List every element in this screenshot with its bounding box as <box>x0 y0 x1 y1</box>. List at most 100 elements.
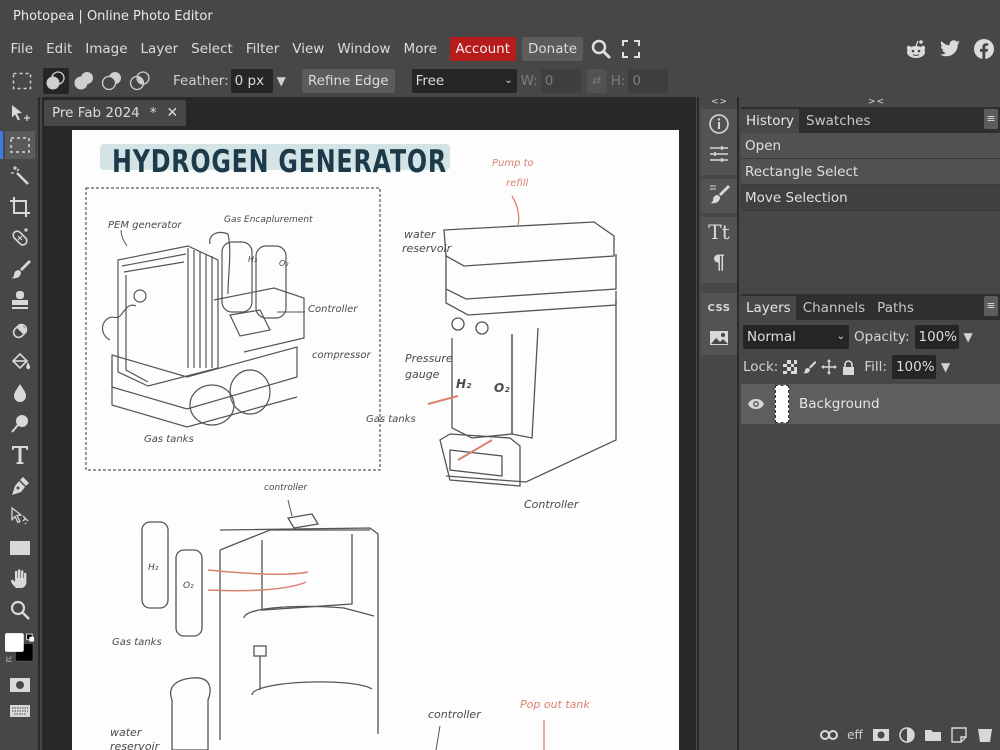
link-icon[interactable] <box>820 726 838 744</box>
dodge-tool-icon[interactable] <box>5 410 35 438</box>
paint-bucket-tool-icon[interactable] <box>5 348 35 376</box>
document-tab-name: Pre Fab 2024 <box>52 105 140 121</box>
lock-all-icon[interactable] <box>842 359 855 375</box>
tab-paths[interactable]: Paths <box>872 296 919 320</box>
menu-layer[interactable]: Layer <box>134 37 185 61</box>
donate-button[interactable]: Donate <box>522 37 584 61</box>
effects-icon[interactable]: eff <box>846 726 864 744</box>
opacity-input[interactable]: 100% <box>914 325 959 349</box>
new-layer-icon[interactable] <box>950 726 968 744</box>
image-canvas[interactable]: HYDROGEN GENERATOR PEM generator Gas Enc… <box>72 130 679 750</box>
rectangle-shape-tool-icon[interactable] <box>5 534 35 562</box>
feather-dropdown-arrow[interactable]: ▼ <box>277 74 286 88</box>
menu-edit[interactable]: Edit <box>40 37 79 61</box>
document-tab[interactable]: Pre Fab 2024 * ✕ <box>44 100 187 126</box>
eye-icon[interactable] <box>747 398 765 410</box>
type-tool-icon[interactable] <box>5 441 35 469</box>
move-tool-icon[interactable] <box>5 100 35 128</box>
adjustments-icon[interactable] <box>701 139 737 169</box>
facebook-icon[interactable] <box>972 38 996 60</box>
menu-view[interactable]: View <box>286 37 331 61</box>
pen-tool-icon[interactable] <box>5 472 35 500</box>
paragraph-icon[interactable]: ¶ <box>701 247 737 277</box>
reddit-icon[interactable] <box>904 38 928 60</box>
fill-input[interactable]: 100% <box>891 355 936 379</box>
opacity-dropdown-arrow[interactable]: ▼ <box>964 330 973 344</box>
menu-window[interactable]: Window <box>331 37 397 61</box>
tab-channels[interactable]: Channels <box>798 296 870 320</box>
path-select-tool-icon[interactable] <box>5 503 35 531</box>
icon-group-3: Tt ¶ <box>701 217 737 283</box>
layer-name[interactable]: Background <box>799 396 880 412</box>
tab-layers[interactable]: Layers <box>741 296 796 320</box>
fill-dropdown-arrow[interactable]: ▼ <box>941 360 950 374</box>
label-h2-bottle: H₂ <box>148 563 159 573</box>
fullscreen-icon[interactable] <box>619 37 643 61</box>
collapse-panels-button[interactable]: >< <box>868 97 885 107</box>
refine-edge-button[interactable]: Refine Edge <box>301 69 395 93</box>
close-tab-icon[interactable]: ✕ <box>167 105 179 121</box>
selection-add-icon[interactable] <box>71 68 97 94</box>
adjustment-icon[interactable] <box>898 726 916 744</box>
color-swatches[interactable] <box>5 629 35 671</box>
brush-settings-icon[interactable] <box>701 179 737 209</box>
keyboard-icon[interactable] <box>5 697 35 725</box>
blend-mode-select[interactable]: Normal ⌄ <box>743 325 849 349</box>
brush-tool-icon[interactable] <box>5 255 35 283</box>
label-controller-2: Controller <box>524 498 580 511</box>
history-item-move-selection[interactable]: Move Selection <box>741 185 1000 211</box>
selection-style-select[interactable]: Free ⌄ <box>411 69 517 93</box>
chevron-down-icon: ⌄ <box>504 75 513 86</box>
menu-image[interactable]: Image <box>79 37 134 61</box>
lock-transparency-icon[interactable] <box>783 360 798 374</box>
trash-icon[interactable] <box>976 726 994 744</box>
tab-history[interactable]: History <box>741 109 800 133</box>
lock-pixels-icon[interactable] <box>802 360 817 374</box>
zoom-tool-icon[interactable] <box>5 596 35 624</box>
width-input[interactable]: 0 <box>540 69 581 93</box>
magic-wand-tool-icon[interactable] <box>5 162 35 190</box>
healing-brush-tool-icon[interactable] <box>5 224 35 252</box>
history-item-open[interactable]: Open <box>741 133 1000 159</box>
label-water-reservoir-2a: water <box>110 726 143 739</box>
history-panel-menu-icon[interactable]: ≡ <box>984 109 998 129</box>
expand-panels-button[interactable]: <> <box>711 97 728 107</box>
selection-intersect-icon[interactable] <box>127 68 153 94</box>
info-icon[interactable] <box>701 109 737 139</box>
swap-dimensions-icon[interactable]: ⇄ <box>586 69 607 93</box>
icon-group-4: CSS <box>701 293 737 355</box>
search-icon[interactable] <box>589 37 613 61</box>
css-icon[interactable]: CSS <box>701 293 737 323</box>
layers-panel-menu-icon[interactable]: ≡ <box>984 296 998 316</box>
clone-stamp-tool-icon[interactable] <box>5 286 35 314</box>
history-item-rectangle-select[interactable]: Rectangle Select <box>741 159 1000 185</box>
rectangle-select-tool-icon[interactable] <box>0 131 35 159</box>
mask-icon[interactable] <box>872 726 890 744</box>
image-icon[interactable] <box>701 323 737 353</box>
folder-icon[interactable] <box>924 726 942 744</box>
eraser-tool-icon[interactable] <box>5 317 35 345</box>
account-button[interactable]: Account <box>449 37 517 61</box>
menu-select[interactable]: Select <box>185 37 240 61</box>
menu-more[interactable]: More <box>397 37 443 61</box>
marquee-preset-icon[interactable] <box>9 68 35 94</box>
blend-opacity-row: Normal ⌄ Opacity: 100% ▼ <box>741 322 1000 352</box>
arrow-pump-refill <box>511 195 520 227</box>
layer-row-background[interactable]: Background <box>741 384 1000 424</box>
selection-subtract-icon[interactable] <box>99 68 125 94</box>
label-o2-bottle: O₂ <box>183 581 194 591</box>
tab-swatches[interactable]: Swatches <box>801 109 876 133</box>
selection-new-icon[interactable] <box>43 68 69 94</box>
menu-filter[interactable]: Filter <box>239 37 285 61</box>
crop-tool-icon[interactable] <box>5 193 35 221</box>
feather-input[interactable]: 0 px <box>230 69 273 93</box>
blur-tool-icon[interactable] <box>5 379 35 407</box>
lock-position-icon[interactable] <box>821 359 838 375</box>
height-input[interactable]: 0 <box>628 69 669 93</box>
character-icon[interactable]: Tt <box>701 217 737 247</box>
menu-file[interactable]: File <box>4 37 40 61</box>
hand-tool-icon[interactable] <box>5 565 35 593</box>
quick-mask-icon[interactable] <box>5 671 35 699</box>
twitter-icon[interactable] <box>938 38 962 60</box>
label-water-reservoir-1b: reservoir <box>402 242 453 255</box>
